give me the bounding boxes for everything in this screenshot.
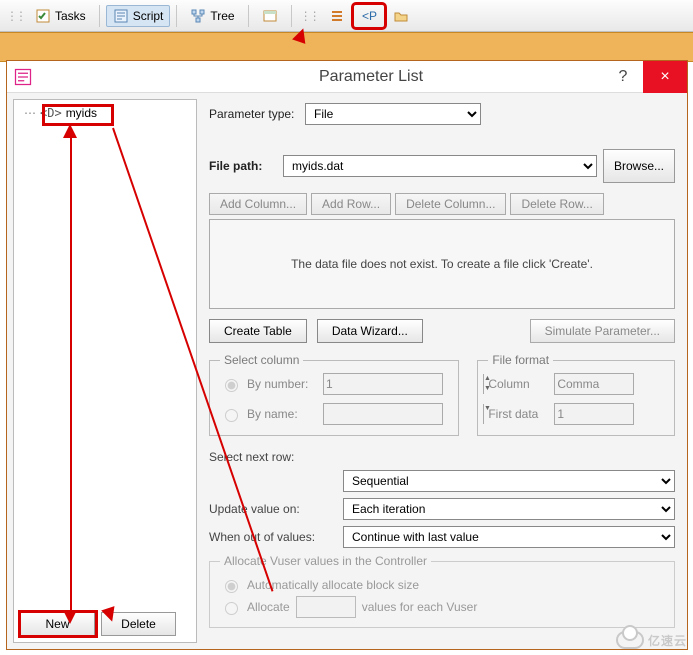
grip-icon: ⋮⋮	[298, 9, 320, 23]
by-name-radio[interactable]	[225, 409, 238, 422]
allocate-legend: Allocate Vuser values in the Controller	[220, 554, 431, 568]
help-button[interactable]: ?	[603, 68, 643, 86]
delete-row-button[interactable]: Delete Row...	[510, 193, 603, 215]
tab-script-label: Script	[133, 9, 164, 23]
window-title: Parameter List	[39, 68, 603, 86]
watermark-text: 亿速云	[648, 632, 687, 649]
tab-tasks-label: Tasks	[55, 9, 86, 23]
by-name-select[interactable]: ▼	[323, 403, 443, 425]
param-type-select[interactable]: File	[305, 103, 481, 125]
alloc-manual-label: Allocate	[247, 600, 290, 614]
param-tag-icon: <D>	[40, 106, 62, 120]
toolbar-btn-a[interactable]	[255, 5, 285, 27]
alloc-suffix-label: values for each Vuser	[362, 600, 478, 614]
alloc-manual-radio[interactable]	[225, 602, 238, 615]
by-number-radio[interactable]	[225, 379, 238, 392]
svg-text:<P>: <P>	[362, 9, 377, 23]
toolbar-btn-b[interactable]	[322, 5, 352, 27]
parameter-list-window: Parameter List ? × ⋯ <D> myids New Delet…	[6, 60, 688, 650]
file-path-label: File path:	[209, 159, 277, 173]
orange-strip	[0, 32, 693, 62]
tree-item-myids[interactable]: ⋯ <D> myids	[14, 100, 196, 126]
title-bar: Parameter List ? ×	[7, 61, 687, 93]
alloc-count-input[interactable]	[296, 596, 356, 618]
close-button[interactable]: ×	[643, 61, 687, 93]
parameter-properties: Parameter type: File File path: myids.da…	[197, 93, 687, 649]
separator	[99, 5, 100, 27]
column-delim-label: Column	[488, 377, 548, 391]
grip-icon: ⋮⋮	[4, 9, 26, 23]
separator	[248, 5, 249, 27]
by-name-label: By name:	[247, 407, 317, 421]
tab-tree[interactable]: Tree	[183, 5, 241, 27]
first-data-label: First data	[488, 407, 548, 421]
parameters-tree[interactable]: ⋯ <D> myids New Delete	[13, 99, 197, 643]
file-format-legend: File format	[488, 353, 553, 367]
file-path-input[interactable]: myids.dat	[283, 155, 597, 177]
select-column-legend: Select column	[220, 353, 303, 367]
tab-script[interactable]: Script	[106, 5, 171, 27]
column-delim-select[interactable]: ▼	[554, 373, 634, 395]
by-number-label: By number:	[247, 377, 317, 391]
window-icon	[262, 8, 278, 24]
new-button[interactable]: New	[20, 612, 95, 636]
select-next-row-select[interactable]: Sequential	[343, 470, 675, 492]
first-data-input[interactable]: ▲▼	[554, 403, 634, 425]
add-column-button[interactable]: Add Column...	[209, 193, 307, 215]
data-wizard-button[interactable]: Data Wizard...	[317, 319, 423, 343]
alloc-auto-label: Automatically allocate block size	[247, 578, 419, 592]
browse-button[interactable]: Browse...	[603, 149, 675, 183]
script-icon	[113, 8, 129, 24]
select-column-fieldset: Select column By number: ▲▼ By name: ▼	[209, 353, 459, 436]
add-row-button[interactable]: Add Row...	[311, 193, 391, 215]
tab-tasks[interactable]: Tasks	[28, 5, 93, 27]
delete-column-button[interactable]: Delete Column...	[395, 193, 506, 215]
alloc-auto-radio[interactable]	[225, 580, 238, 593]
allocate-vuser-fieldset: Allocate Vuser values in the Controller …	[209, 554, 675, 628]
cloud-icon	[616, 631, 644, 649]
tree-icon	[190, 8, 206, 24]
select-next-row-label: Select next row:	[209, 450, 675, 464]
update-value-label: Update value on:	[209, 502, 339, 516]
separator	[291, 5, 292, 27]
data-grid: The data file does not exist. To create …	[209, 219, 675, 309]
param-icon: <P>	[361, 8, 377, 24]
list-icon	[329, 8, 345, 24]
watermark: 亿速云	[616, 631, 687, 649]
separator	[176, 5, 177, 27]
file-format-fieldset: File format Column ▼ First data ▲▼	[477, 353, 675, 436]
out-of-values-select[interactable]: Continue with last value	[343, 526, 675, 548]
grid-empty-message: The data file does not exist. To create …	[291, 257, 593, 271]
simulate-parameter-button: Simulate Parameter...	[530, 319, 675, 343]
toolbar-btn-param[interactable]: <P>	[354, 5, 384, 27]
tab-tree-label: Tree	[210, 9, 234, 23]
create-table-button[interactable]: Create Table	[209, 319, 307, 343]
window-icon	[13, 67, 33, 87]
param-type-label: Parameter type:	[209, 107, 299, 121]
tree-item-label: myids	[66, 106, 97, 120]
out-of-values-label: When out of values:	[209, 530, 339, 544]
delete-button[interactable]: Delete	[101, 612, 176, 636]
folder-icon	[393, 8, 409, 24]
tasks-icon	[35, 8, 51, 24]
update-value-select[interactable]: Each iteration	[343, 498, 675, 520]
by-number-input[interactable]: ▲▼	[323, 373, 443, 395]
toolbar-btn-c[interactable]	[386, 5, 416, 27]
main-toolbar: ⋮⋮ Tasks Script Tree ⋮⋮ <P>	[0, 0, 693, 32]
